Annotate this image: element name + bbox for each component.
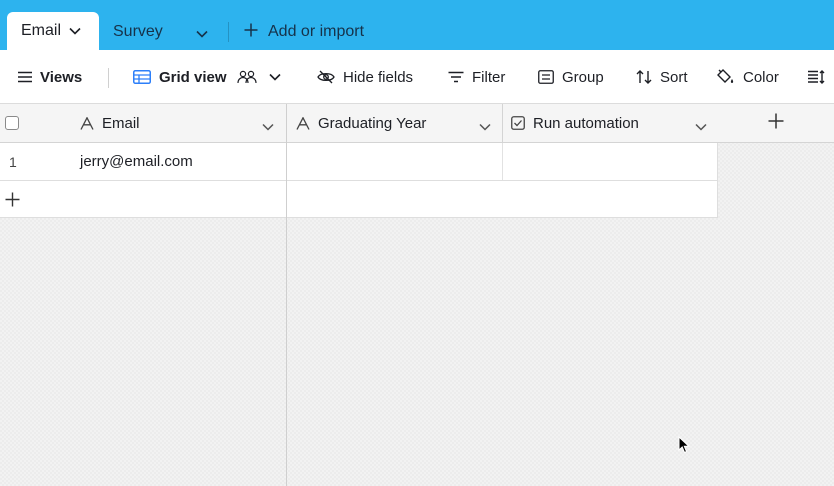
paint-bucket-icon (717, 69, 735, 85)
plus-icon (244, 23, 258, 42)
text-field-icon (80, 116, 94, 130)
plus-icon (5, 192, 20, 212)
sort-arrows-icon (636, 69, 652, 85)
column-header-graduating-year-label: Graduating Year (318, 114, 427, 132)
header-row-left: Email (0, 104, 286, 143)
chevron-down-icon[interactable] (695, 118, 707, 136)
tab-survey-label: Survey (113, 23, 163, 40)
hide-fields-label: Hide fields (343, 68, 414, 86)
column-header-graduating-year[interactable]: Graduating Year (296, 104, 426, 142)
views-button[interactable]: Views (18, 50, 82, 104)
toolbar-divider (108, 68, 109, 88)
mouse-pointer-icon (678, 435, 691, 459)
filter-label: Filter (472, 68, 506, 86)
select-all-checkbox[interactable] (5, 116, 19, 130)
hamburger-icon (18, 71, 32, 83)
row-height-button[interactable] (808, 50, 834, 104)
hide-fields-button[interactable]: Hide fields (317, 50, 413, 104)
add-field-button[interactable] (718, 104, 834, 143)
row-height-icon (808, 70, 826, 84)
views-label: Views (40, 68, 83, 86)
plus-icon (768, 113, 784, 134)
filter-button[interactable]: Filter (448, 50, 505, 104)
table-row[interactable] (287, 143, 718, 181)
table-row[interactable]: 1 jerry@email.com (0, 143, 286, 181)
group-label: Group (562, 68, 604, 86)
column-header-run-automation[interactable]: Run automation (511, 104, 639, 142)
eye-slash-icon (317, 70, 335, 84)
sort-button[interactable]: Sort (636, 50, 688, 104)
tab-email-label: Email (21, 22, 62, 39)
column-divider[interactable] (502, 104, 503, 142)
color-label: Color (743, 68, 779, 86)
checkbox-field-icon (511, 116, 525, 130)
filter-icon (448, 71, 464, 83)
grid-icon (133, 70, 151, 84)
tab-bar: Email Survey Add or import (0, 0, 834, 50)
view-toolbar: Views Grid view Hide fields Filter Group (0, 50, 834, 104)
chevron-down-icon[interactable] (69, 22, 81, 40)
tab-email[interactable]: Email (7, 12, 99, 50)
color-button[interactable]: Color (717, 50, 779, 104)
add-row-area[interactable] (287, 181, 718, 218)
tab-divider (228, 22, 229, 42)
column-header-email-label: Email (102, 114, 140, 132)
scrolling-column-pane: Graduating Year Run automation (287, 104, 834, 486)
collaborators-icon (236, 70, 257, 84)
cell-divider (502, 143, 503, 180)
add-or-import-button[interactable]: Add or import (244, 20, 364, 44)
add-or-import-label: Add or import (268, 23, 365, 40)
group-icon (538, 70, 554, 84)
header-row-right: Graduating Year Run automation (287, 104, 718, 143)
add-row-button[interactable] (0, 181, 286, 218)
cell-email[interactable]: jerry@email.com (80, 153, 193, 170)
frozen-column-pane: Email 1 jerry@email.com (0, 104, 287, 486)
chevron-down-icon[interactable] (479, 118, 491, 136)
text-field-icon (296, 116, 310, 130)
chevron-down-icon[interactable] (262, 118, 274, 136)
group-button[interactable]: Group (538, 50, 604, 104)
chevron-down-icon[interactable] (268, 73, 281, 81)
grid-view-button[interactable]: Grid view (133, 50, 281, 104)
tab-survey[interactable]: Survey (113, 20, 163, 44)
grid-area: Email 1 jerry@email.com Graduating Year (0, 104, 834, 486)
chevron-down-icon[interactable] (196, 25, 208, 43)
grid-view-label: Grid view (159, 68, 227, 86)
sort-label: Sort (660, 68, 688, 86)
column-header-email[interactable]: Email (80, 104, 140, 142)
column-header-run-automation-label: Run automation (533, 114, 639, 132)
row-number: 1 (9, 154, 17, 170)
